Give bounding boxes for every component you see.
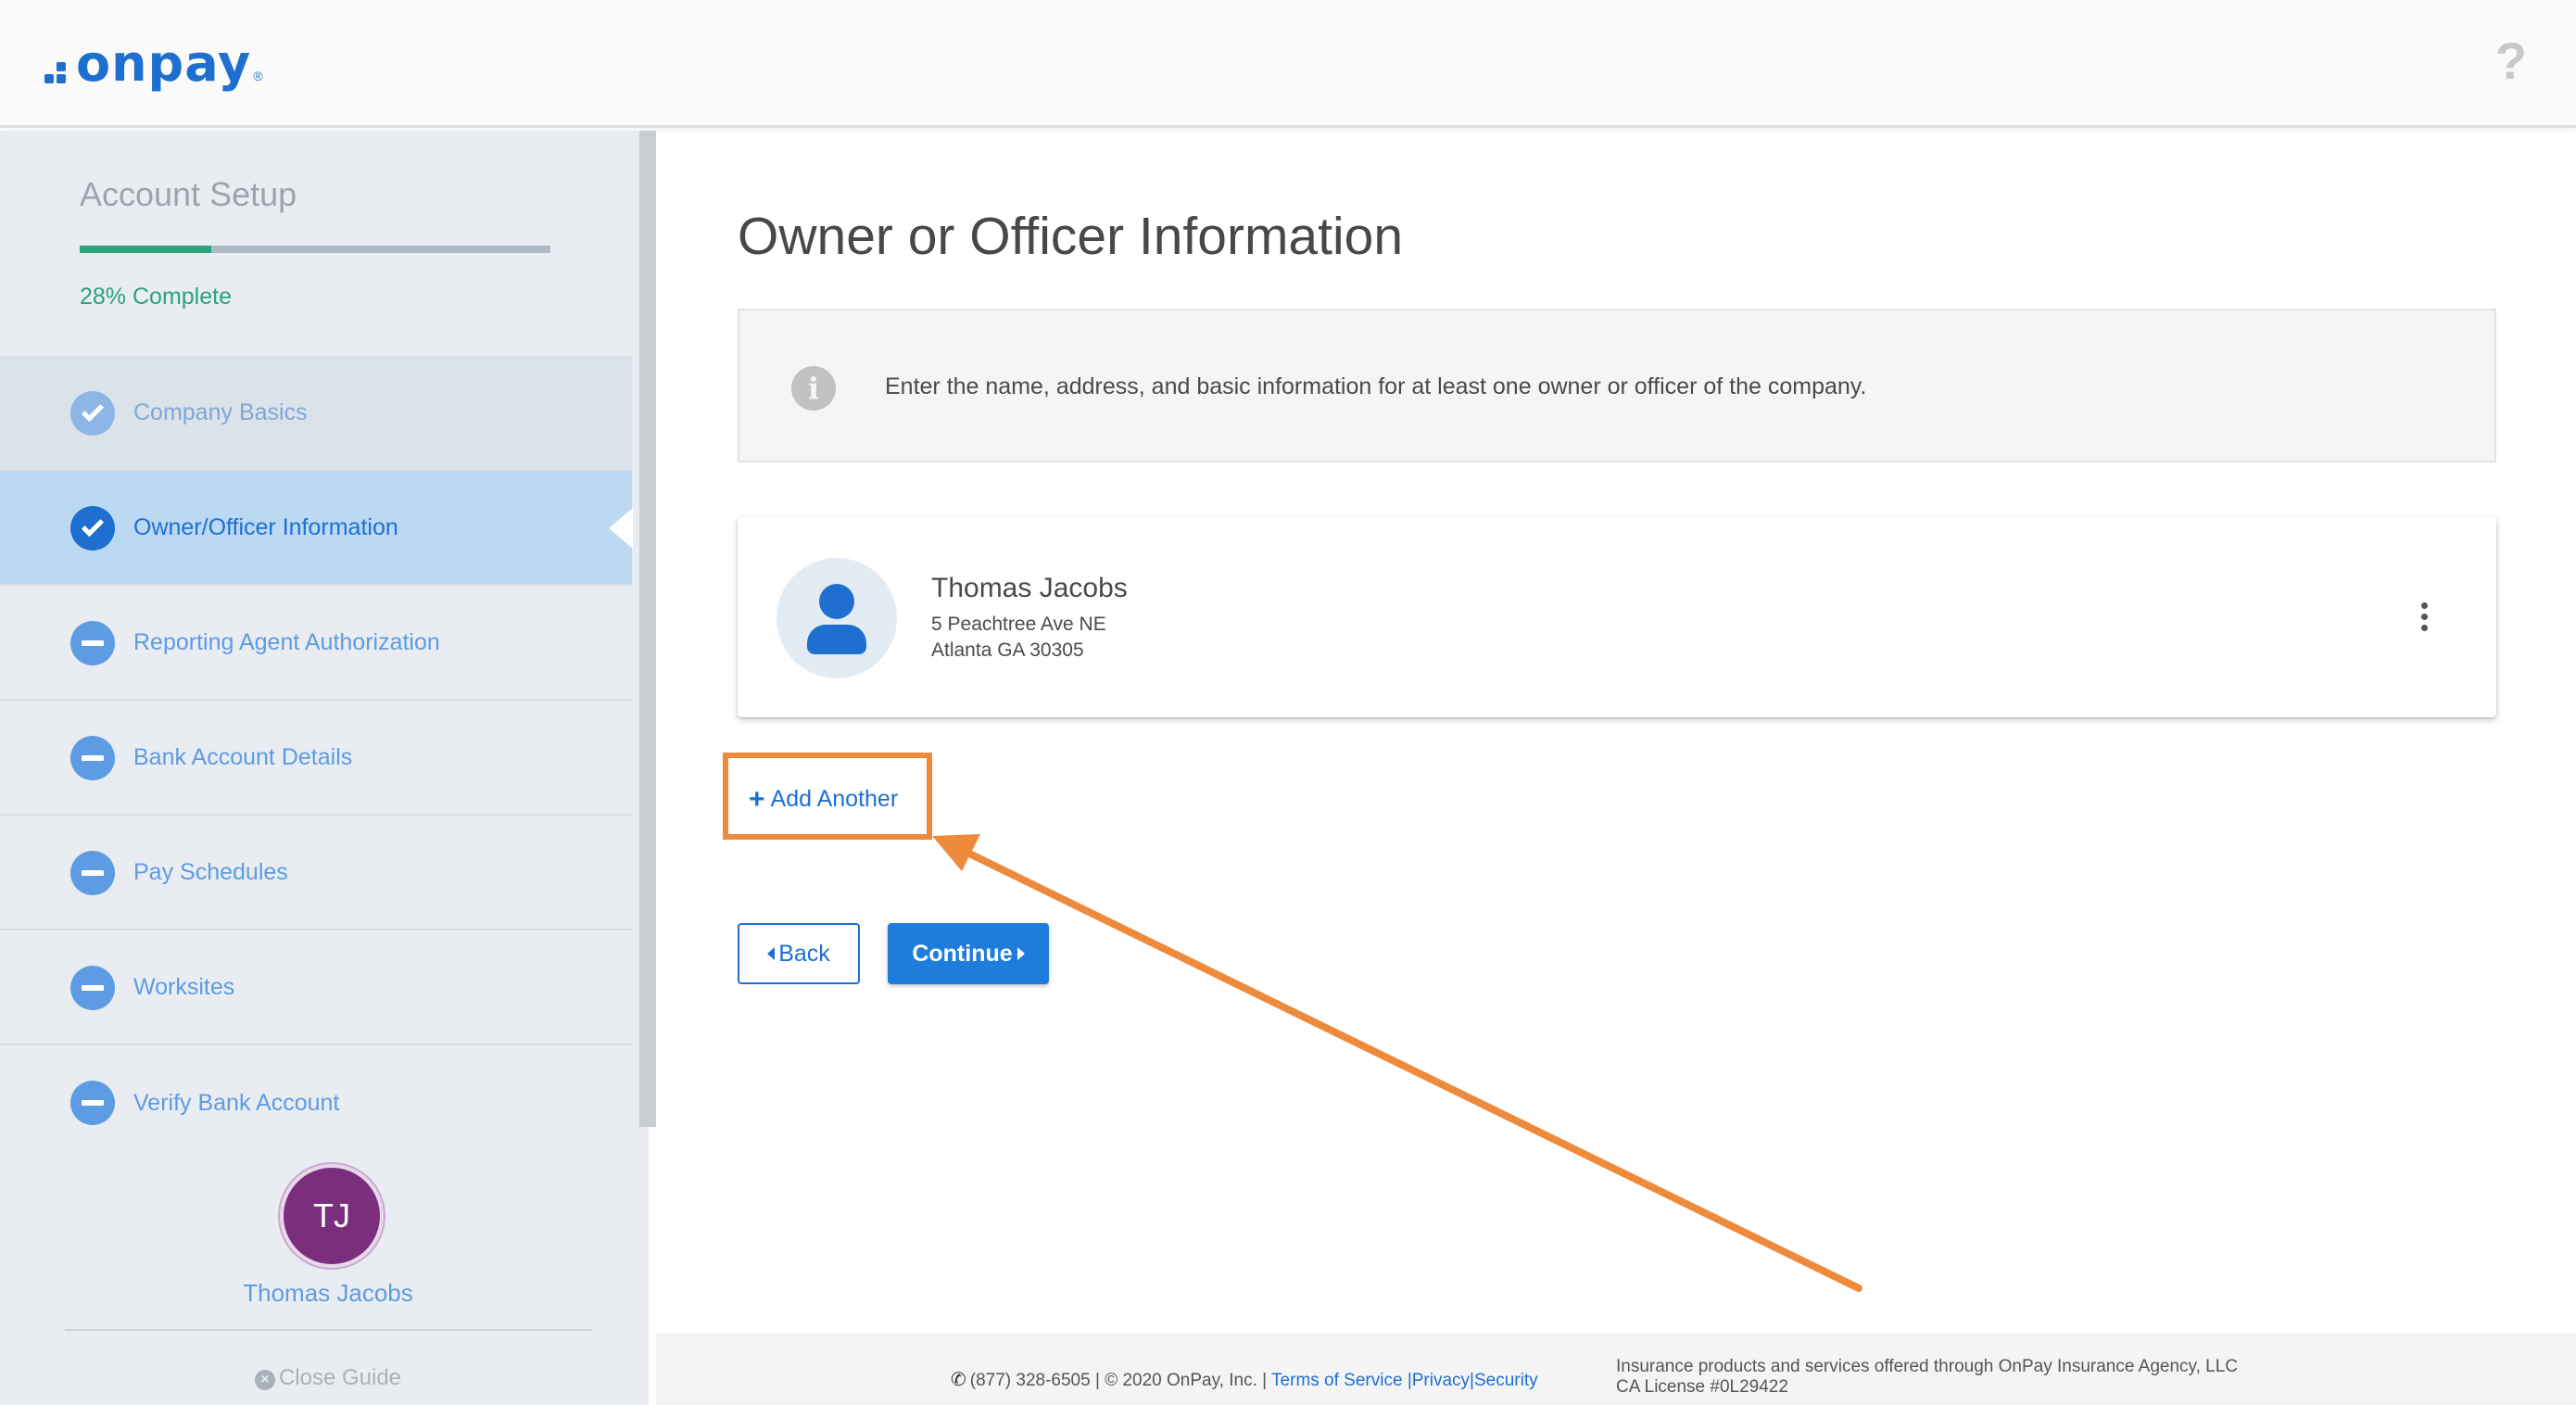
sidebar-item-label: Owner/Officer Information <box>133 513 398 540</box>
page-footer: ✆ (877) 328-6505 | © 2020 OnPay, Inc. | T… <box>656 1333 2576 1405</box>
sidebar-item-company-basics[interactable]: Company Basics <box>0 356 632 471</box>
minus-circle-icon <box>70 851 115 895</box>
user-name: Thomas Jacobs <box>243 1279 413 1307</box>
footer-insurance-line2: CA License #0L29422 <box>1616 1377 1788 1397</box>
owner-name: Thomas Jacobs <box>931 573 1128 603</box>
continue-label: Continue <box>912 940 1013 967</box>
sidebar-scrollbar[interactable] <box>639 131 656 1127</box>
add-another-label: Add Another <box>770 786 899 812</box>
phone-icon: ✆ <box>951 1370 966 1390</box>
minus-circle-icon <box>70 966 115 1010</box>
sidebar-item-pay-schedules[interactable]: Pay Schedules <box>0 816 632 930</box>
check-circle-icon <box>70 391 115 436</box>
owner-address-line2: Atlanta GA 30305 <box>931 639 1084 661</box>
logo-mark-icon <box>44 52 72 89</box>
info-circle-icon: i <box>791 366 836 411</box>
close-guide-label: Close Guide <box>278 1365 402 1390</box>
logo-registered-mark: ® <box>253 69 263 83</box>
sidebar-title: Account Setup <box>80 175 297 213</box>
sidebar-item-verify-bank-account[interactable]: Verify Bank Account <box>0 1045 632 1160</box>
caret-right-icon <box>1017 947 1025 960</box>
caret-left-icon <box>767 947 776 960</box>
progress-bar <box>80 246 550 253</box>
sidebar-item-label: Company Basics <box>133 399 308 425</box>
add-another-button[interactable]: + Add Another <box>749 784 898 816</box>
setup-steps-list: Company Basics Owner/Officer Information… <box>0 356 633 1160</box>
sidebar-item-label: Reporting Agent Authorization <box>133 628 440 655</box>
info-text: Enter the name, address, and basic infor… <box>885 373 1867 399</box>
footer-links: ✆ (877) 328-6505 | © 2020 OnPay, Inc. | T… <box>951 1368 1538 1391</box>
terms-of-service-link[interactable]: Terms of Service <box>1271 1371 1402 1390</box>
privacy-link[interactable]: |Privacy <box>1408 1371 1470 1390</box>
close-circle-icon: × <box>254 1370 275 1390</box>
onpay-logo[interactable]: onpay ® <box>44 32 263 89</box>
plus-icon: + <box>749 784 765 815</box>
minus-circle-icon <box>70 1081 115 1125</box>
progress-bar-fill <box>80 246 212 253</box>
footer-copyright: | © 2020 OnPay, Inc. | <box>1094 1371 1268 1390</box>
avatar[interactable]: TJ <box>280 1164 384 1268</box>
close-guide-button[interactable]: × Close Guide <box>0 1365 656 1391</box>
sidebar-item-label: Verify Bank Account <box>133 1089 340 1116</box>
progress-text: 28% Complete <box>80 284 232 310</box>
active-step-pointer <box>609 508 633 549</box>
sidebar-item-bank-account-details[interactable]: Bank Account Details <box>0 701 632 816</box>
page-title: Owner or Officer Information <box>738 207 1404 266</box>
person-icon <box>777 558 897 678</box>
continue-button[interactable]: Continue <box>888 923 1049 984</box>
sidebar-item-reporting-agent-authorization[interactable]: Reporting Agent Authorization <box>0 586 632 701</box>
footer-phone: (877) 328-6505 <box>969 1371 1091 1390</box>
footer-insurance-line1: Insurance products and services offered … <box>1616 1357 2239 1376</box>
minus-circle-icon <box>70 621 115 665</box>
security-link[interactable]: |Security <box>1470 1371 1538 1390</box>
sidebar-item-owner-officer-information[interactable]: Owner/Officer Information <box>0 471 633 586</box>
owner-address-line1: 5 Peachtree Ave NE <box>931 614 1106 635</box>
kebab-menu-icon[interactable] <box>2418 602 2430 634</box>
sidebar-divider <box>65 1329 591 1331</box>
back-button[interactable]: Back <box>738 923 860 984</box>
logo-text: onpay <box>76 34 252 93</box>
minus-circle-icon <box>70 736 115 780</box>
owner-card: Thomas Jacobs 5 Peachtree Ave NE Atlanta… <box>738 517 2496 717</box>
question-mark-icon[interactable]: ? <box>2493 33 2530 89</box>
check-circle-icon <box>70 506 115 551</box>
sidebar-item-label: Bank Account Details <box>133 743 353 770</box>
sidebar-item-label: Worksites <box>133 973 235 1000</box>
back-label: Back <box>778 940 830 967</box>
sidebar-item-label: Pay Schedules <box>133 858 288 885</box>
top-header: onpay ® ? <box>0 0 2576 128</box>
info-banner: i Enter the name, address, and basic inf… <box>738 309 2496 462</box>
sidebar-item-worksites[interactable]: Worksites <box>0 930 632 1045</box>
